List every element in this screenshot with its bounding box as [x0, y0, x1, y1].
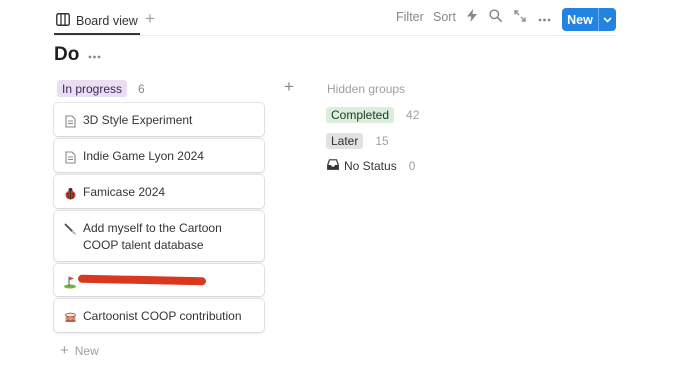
filter-button[interactable]: Filter	[396, 10, 424, 24]
card-title: Cartoonist COOP contribution	[83, 309, 242, 323]
more-options-button[interactable]	[536, 10, 552, 26]
inbox-icon	[327, 159, 339, 173]
new-item-label: New	[74, 343, 99, 358]
expand-arrows-icon	[514, 9, 526, 27]
document-icon	[63, 149, 77, 165]
card[interactable]: Indie Game Lyon 2024	[54, 139, 264, 172]
lightning-icon	[467, 9, 477, 27]
expand-button[interactable]	[512, 10, 528, 26]
page-title: Do	[54, 44, 80, 65]
group-label-in-progress[interactable]: In progress	[57, 80, 128, 97]
search-button[interactable]	[487, 9, 503, 27]
add-view-button[interactable]: +	[143, 9, 157, 29]
card-title: Add myself to the Cartoon COOP talent da…	[83, 221, 222, 252]
group-label: No Status	[344, 159, 397, 173]
group-count: 0	[408, 159, 416, 173]
group-count: 15	[375, 134, 389, 148]
ellipsis-icon	[538, 9, 551, 27]
ellipsis-icon	[88, 46, 101, 64]
group-label-wrap: No Status	[327, 159, 397, 173]
group-label: Later	[326, 133, 364, 149]
add-card-button[interactable]: +	[281, 77, 297, 96]
ladybug-icon	[63, 185, 77, 201]
toolbar-divider	[54, 35, 617, 36]
chevron-down-icon	[603, 16, 612, 23]
toolbar: Board view + Filter Sort New	[0, 0, 679, 36]
search-icon	[488, 9, 502, 27]
card[interactable]: Famicase 2024	[54, 175, 264, 208]
plus-icon: +	[145, 9, 155, 28]
plus-icon: +	[284, 77, 294, 96]
hidden-group-completed[interactable]: Completed 42	[326, 106, 419, 124]
hidden-group-later[interactable]: Later 15	[326, 132, 389, 150]
document-icon	[63, 113, 77, 129]
new-item-button[interactable]: + New	[60, 342, 99, 359]
automation-button[interactable]	[464, 9, 480, 27]
drum-icon	[63, 309, 77, 325]
hidden-group-no-status[interactable]: No Status 0	[327, 157, 415, 175]
new-button-group: New	[562, 8, 616, 31]
board-icon	[56, 13, 70, 29]
group-label: Completed	[326, 107, 395, 123]
hidden-groups-title: Hidden groups	[327, 82, 406, 96]
title-options-button[interactable]	[86, 46, 102, 64]
card-title: Famicase 2024	[83, 185, 166, 199]
golf-flag-icon	[63, 274, 77, 290]
brush-icon	[63, 221, 77, 237]
card[interactable]: 3D Style Experiment	[54, 103, 264, 136]
card-title: Indie Game Lyon 2024	[83, 149, 204, 163]
card[interactable]: Cartoonist COOP contribution	[54, 299, 264, 332]
sort-button[interactable]: Sort	[433, 10, 456, 24]
tab-board-view[interactable]: Board view	[54, 7, 140, 35]
card-title: 3D Style Experiment	[83, 113, 193, 127]
group-count: 6	[138, 82, 145, 96]
card[interactable]: Add myself to the Cartoon COOP talent da…	[54, 211, 264, 261]
group-count: 42	[406, 108, 420, 122]
new-button[interactable]: New	[562, 13, 598, 27]
new-dropdown-button[interactable]	[599, 8, 616, 31]
plus-icon: +	[60, 342, 69, 359]
tab-label: Board view	[76, 14, 138, 28]
